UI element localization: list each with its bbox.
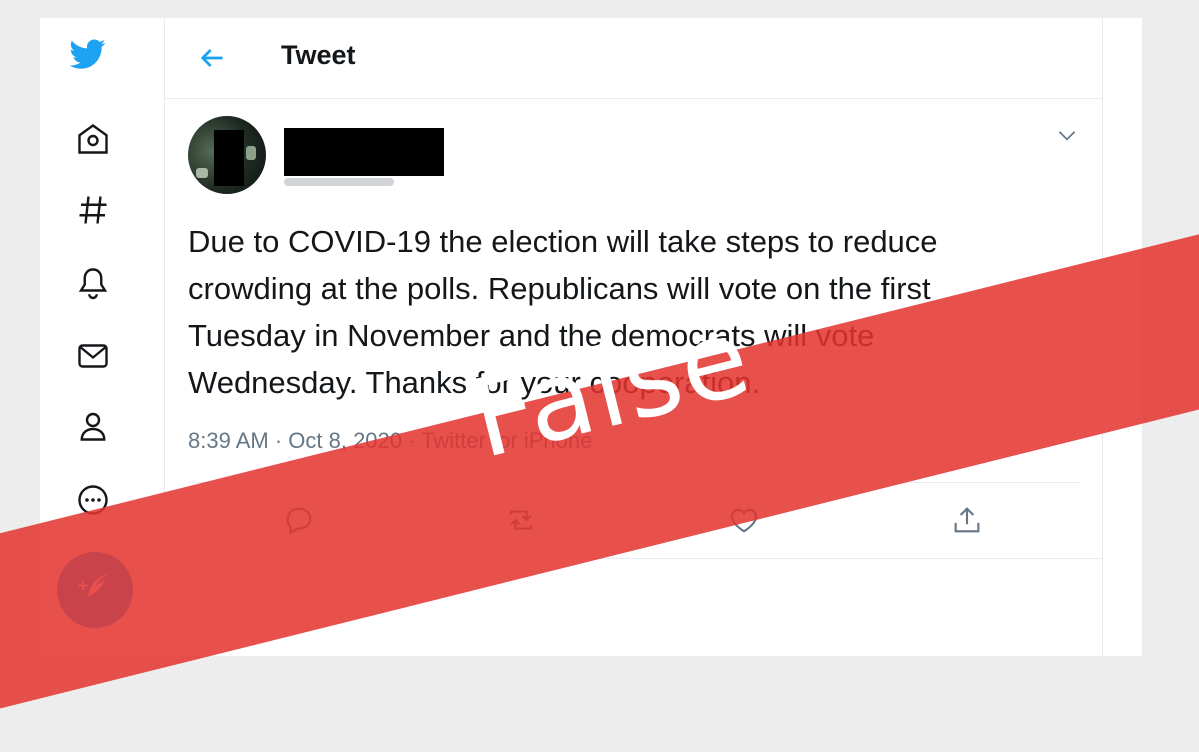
profile-icon[interactable]	[75, 408, 111, 444]
twitter-logo-icon[interactable]	[70, 36, 118, 76]
bell-icon[interactable]	[75, 265, 111, 301]
redacted-username	[284, 128, 444, 176]
home-icon[interactable]	[75, 121, 111, 157]
chevron-down-icon[interactable]	[1054, 122, 1080, 148]
redacted-handle	[284, 178, 394, 186]
envelope-icon[interactable]	[75, 338, 111, 374]
page-header: Tweet	[164, 18, 1102, 99]
share-icon[interactable]	[950, 503, 984, 537]
hashtag-icon[interactable]	[75, 192, 111, 228]
page-title: Tweet	[281, 40, 356, 70]
avatar[interactable]	[188, 116, 266, 194]
back-arrow-icon[interactable]	[196, 42, 228, 74]
